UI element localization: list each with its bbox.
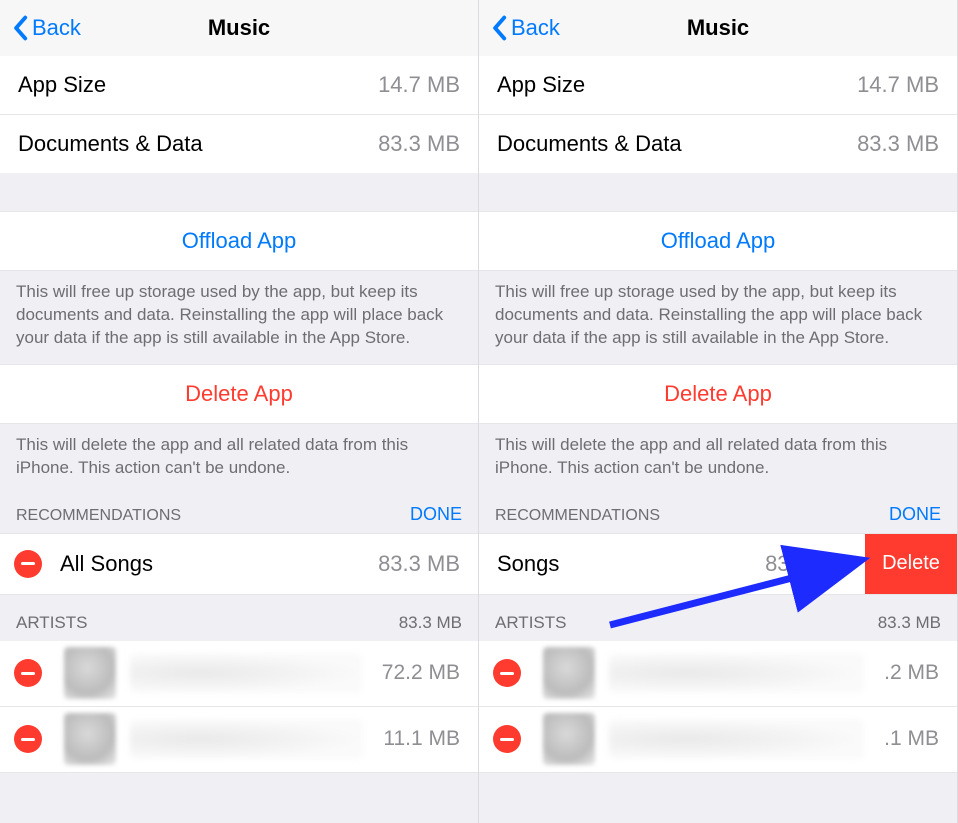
artist-size: .1 MB	[884, 727, 939, 751]
album-art	[64, 647, 116, 699]
artists-header: ARTISTS 83.3 MB	[479, 595, 957, 641]
offload-app-button[interactable]: Offload App	[479, 211, 957, 271]
recommendations-label: RECOMMENDATIONS	[495, 507, 660, 525]
artists-total: 83.3 MB	[878, 613, 941, 633]
artist-size: .2 MB	[884, 661, 939, 685]
album-art	[64, 713, 116, 765]
recommendations-label: RECOMMENDATIONS	[16, 507, 181, 525]
documents-data-value: 83.3 MB	[857, 131, 939, 157]
artists-label: ARTISTS	[16, 613, 87, 633]
app-size-row: App Size 14.7 MB	[479, 56, 957, 115]
page-title: Music	[687, 15, 749, 41]
documents-data-row: Documents & Data 83.3 MB	[0, 115, 478, 173]
artist-size: 11.1 MB	[383, 727, 460, 751]
documents-data-label: Documents & Data	[18, 131, 203, 157]
done-button[interactable]: DONE	[889, 504, 941, 525]
back-button[interactable]: Back	[12, 15, 81, 41]
artist-row[interactable]: 72.2 MB	[0, 641, 478, 707]
artists-total: 83.3 MB	[399, 613, 462, 633]
album-art	[543, 713, 595, 765]
artist-name-blurred	[130, 653, 362, 693]
all-songs-size: 83.3 MB	[765, 551, 865, 577]
album-art	[543, 647, 595, 699]
done-button[interactable]: DONE	[410, 504, 462, 525]
artist-size: 72.2 MB	[382, 661, 460, 685]
remove-icon[interactable]	[493, 659, 521, 687]
all-songs-label: All Songs	[56, 551, 378, 577]
left-pane: Back Music App Size 14.7 MB Documents & …	[0, 0, 479, 823]
delete-app-button[interactable]: Delete App	[0, 364, 478, 424]
remove-icon[interactable]	[493, 725, 521, 753]
documents-data-value: 83.3 MB	[378, 131, 460, 157]
all-songs-size: 83.3 MB	[378, 551, 478, 577]
remove-icon[interactable]	[14, 550, 42, 578]
artist-row[interactable]: .1 MB	[479, 707, 957, 773]
documents-data-label: Documents & Data	[497, 131, 682, 157]
chevron-left-icon	[491, 15, 507, 41]
remove-icon[interactable]	[14, 659, 42, 687]
artist-name-blurred	[609, 719, 864, 759]
remove-icon[interactable]	[14, 725, 42, 753]
nav-header: Back Music	[479, 0, 957, 56]
size-group: App Size 14.7 MB Documents & Data 83.3 M…	[0, 56, 478, 173]
artist-name-blurred	[609, 653, 864, 693]
artist-row[interactable]: 11.1 MB	[0, 707, 478, 773]
nav-header: Back Music	[0, 0, 478, 56]
spacer	[0, 173, 478, 211]
recommendations-header: RECOMMENDATIONS DONE	[479, 494, 957, 533]
delete-button[interactable]: Delete	[865, 533, 957, 595]
delete-description: This will delete the app and all related…	[479, 424, 957, 494]
offload-description: This will free up storage used by the ap…	[0, 271, 478, 364]
recommendations-header: RECOMMENDATIONS DONE	[0, 494, 478, 533]
documents-data-row: Documents & Data 83.3 MB	[479, 115, 957, 173]
chevron-left-icon	[12, 15, 28, 41]
back-button[interactable]: Back	[491, 15, 560, 41]
app-size-row: App Size 14.7 MB	[0, 56, 478, 115]
app-size-label: App Size	[497, 72, 585, 98]
delete-description: This will delete the app and all related…	[0, 424, 478, 494]
all-songs-label: Songs	[483, 551, 765, 577]
artist-row[interactable]: .2 MB	[479, 641, 957, 707]
app-size-value: 14.7 MB	[378, 72, 460, 98]
app-size-value: 14.7 MB	[857, 72, 939, 98]
artists-label: ARTISTS	[495, 613, 566, 633]
artists-header: ARTISTS 83.3 MB	[0, 595, 478, 641]
all-songs-row-swiped[interactable]: Songs 83.3 MB Delete	[479, 533, 957, 595]
offload-app-button[interactable]: Offload App	[0, 211, 478, 271]
delete-app-button[interactable]: Delete App	[479, 364, 957, 424]
spacer	[479, 173, 957, 211]
back-label: Back	[511, 15, 560, 41]
page-title: Music	[208, 15, 270, 41]
right-pane: Back Music App Size 14.7 MB Documents & …	[479, 0, 958, 823]
size-group: App Size 14.7 MB Documents & Data 83.3 M…	[479, 56, 957, 173]
app-size-label: App Size	[18, 72, 106, 98]
back-label: Back	[32, 15, 81, 41]
artist-name-blurred	[130, 719, 363, 759]
offload-description: This will free up storage used by the ap…	[479, 271, 957, 364]
all-songs-row[interactable]: All Songs 83.3 MB	[0, 533, 478, 595]
